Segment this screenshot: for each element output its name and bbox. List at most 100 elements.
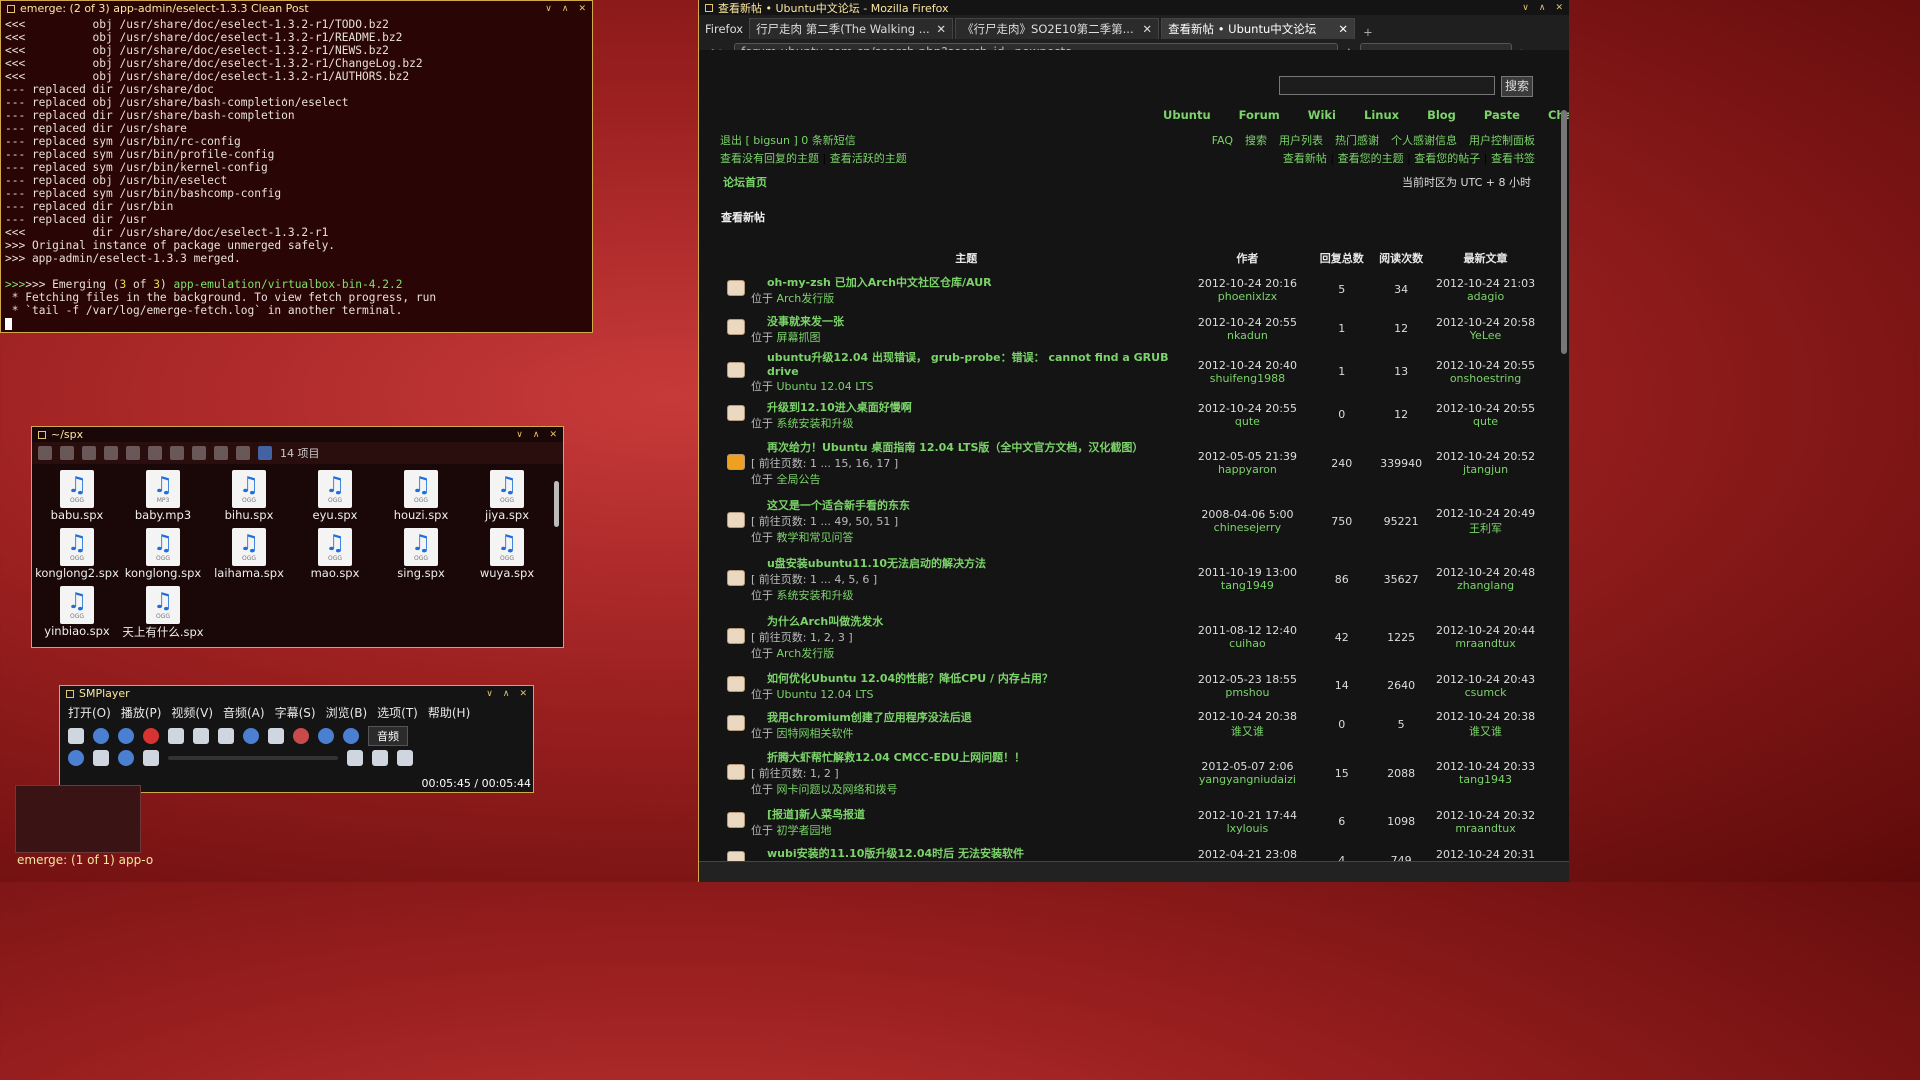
page-links[interactable]: [ 前往页数: 1 ... 49, 50, 51 ] <box>751 513 1181 529</box>
topic-title[interactable]: 我用chromium创建了应用程序没法后退 <box>767 709 1181 725</box>
zoom-out-icon[interactable] <box>148 446 162 460</box>
terminal-window[interactable]: emerge: (2 of 3) app-admin/eselect-1.3.3… <box>0 0 593 333</box>
file-item[interactable]: ♫ OGG sing.spx <box>378 528 464 580</box>
screenshot-icon[interactable] <box>218 728 234 744</box>
tab-close-icon[interactable]: ✕ <box>936 22 946 36</box>
smplayer-window[interactable]: SMPlayer ∨ ∧ ✕ 打开(O) 播放(P) 视频(V) 音频(A) 字幕(S) 浏览… <box>59 685 534 793</box>
topic-title[interactable]: 为什么Arch叫做洗发水 <box>767 613 1181 629</box>
zoom-in-icon[interactable] <box>126 446 140 460</box>
forum-link[interactable]: Ubuntu 12.04 LTS <box>776 380 873 393</box>
screen-icon[interactable] <box>168 728 184 744</box>
maximize-icon[interactable]: ∧ <box>533 430 540 440</box>
table-row[interactable]: 我用chromium创建了应用程序没法后退 位于 因特网相关软件 2012-10-2… <box>721 705 1539 744</box>
last-post-user[interactable]: qute <box>1433 415 1538 428</box>
minimize-icon[interactable]: ∨ <box>516 430 523 440</box>
preview-icon[interactable] <box>214 446 228 460</box>
last-post-user[interactable]: mraandtux <box>1433 637 1538 650</box>
author-link[interactable]: 谁又谁 <box>1183 723 1313 739</box>
last-post-user[interactable]: 谁又谁 <box>1433 723 1538 739</box>
close-icon[interactable]: ✕ <box>519 689 527 699</box>
file-item[interactable]: ♫ OGG yinbiao.spx <box>34 586 120 640</box>
author-link[interactable]: nkadun <box>1183 329 1313 342</box>
menu-item[interactable]: 播放(P) <box>121 704 162 721</box>
window-menu-icon[interactable] <box>38 430 46 439</box>
window-menu-icon[interactable] <box>705 3 713 12</box>
menu-item[interactable]: 字幕(S) <box>275 704 316 721</box>
menu-item[interactable]: 打开(O) <box>68 704 111 721</box>
equalizer-icon[interactable] <box>293 728 309 744</box>
topic-title[interactable]: wubi安装的11.10版升级12.04时后 无法安装软件 <box>767 845 1181 861</box>
table-row[interactable]: [报道]新人菜鸟报道 位于 初学者园地 2012-10-21 17:44 lxylou… <box>721 802 1539 841</box>
pm-link[interactable]: 0 条新短信 <box>801 134 856 147</box>
back-icon[interactable] <box>82 446 96 460</box>
forum-link[interactable]: 全局公告 <box>776 473 820 486</box>
author-link[interactable]: cuihao <box>1183 637 1313 650</box>
browser-tab[interactable]: 查看新帖 • Ubuntu中文论坛 ✕ <box>1161 18 1356 39</box>
file-item[interactable]: ♫ OGG konglong.spx <box>120 528 206 580</box>
firefox-titlebar[interactable]: 查看新帖 • Ubuntu中文论坛 - Mozilla Firefox ∨ ∧ ✕ <box>699 0 1569 15</box>
window-thumbnail[interactable] <box>15 785 141 853</box>
forum-search-input[interactable] <box>1279 76 1495 95</box>
site-nav-link[interactable]: Paste <box>1484 108 1520 122</box>
next-icon[interactable] <box>343 728 359 744</box>
table-row[interactable]: 没事就来发一张 位于 屏幕抓图 2012-10-24 20:55 nkadun 1 12 2… <box>721 309 1539 348</box>
close-icon[interactable]: ✕ <box>549 430 557 440</box>
minimize-icon[interactable]: ∨ <box>1522 3 1529 13</box>
rewind-icon[interactable] <box>143 750 159 766</box>
minimize-icon[interactable]: ∨ <box>486 689 493 699</box>
topic-title[interactable]: oh-my-zsh 已加入Arch中文社区仓库/AUR <box>767 274 1181 290</box>
user-link[interactable]: 个人感谢信息 <box>1391 134 1457 147</box>
up-icon[interactable] <box>38 446 52 460</box>
terminal-output[interactable]: <<< obj /usr/share/doc/eselect-1.3.2-r1/… <box>1 16 592 332</box>
maximize-icon[interactable]: ∧ <box>503 689 510 699</box>
minimize-icon[interactable]: ∨ <box>545 4 552 14</box>
author-link[interactable]: pmshou <box>1183 686 1313 699</box>
file-item[interactable]: ♫ OGG bihu.spx <box>206 470 292 522</box>
menu-item[interactable]: 选项(T) <box>377 704 418 721</box>
maximize-icon[interactable]: ∧ <box>562 4 569 14</box>
active-topics-link[interactable]: 查看活跃的主题 <box>830 152 907 165</box>
site-nav-link[interactable]: Linux <box>1364 108 1399 122</box>
play-icon[interactable] <box>68 750 84 766</box>
view-link[interactable]: 查看您的帖子 <box>1414 152 1480 165</box>
window-menu-icon[interactable] <box>66 689 74 698</box>
unanswered-link[interactable]: 查看没有回复的主题 <box>720 152 819 165</box>
menu-item[interactable]: 帮助(H) <box>428 704 470 721</box>
file-item[interactable]: ♫ OGG mao.spx <box>292 528 378 580</box>
topic-title[interactable]: 折腾大虾帮忙解救12.04 CMCC-EDU上网问题！！ <box>767 749 1181 765</box>
firefox-window[interactable]: 查看新帖 • Ubuntu中文论坛 - Mozilla Firefox ∨ ∧ ✕ … <box>698 0 1569 882</box>
browser-tab[interactable]: 《行尸走肉》SO2E10第二季第... ✕ <box>955 18 1160 39</box>
page-links[interactable]: [ 前往页数: 1, 2 ] <box>751 765 1181 781</box>
forward-icon[interactable] <box>347 750 363 766</box>
table-row[interactable]: wubi安装的11.10版升级12.04时后 无法安装软件位于 Ubuntu 1… <box>721 841 1539 862</box>
author-link[interactable]: phoenixlzx <box>1183 290 1313 303</box>
view-link[interactable]: 查看您的主题 <box>1338 152 1404 165</box>
forum-link[interactable]: Ubuntu 12.04 LTS <box>776 688 873 701</box>
forum-link[interactable]: 屏幕抓图 <box>776 331 820 344</box>
topic-title[interactable]: 升级到12.10进入桌面好慢啊 <box>767 399 1181 415</box>
new-tab-icon[interactable]: + <box>1357 25 1379 39</box>
table-row[interactable]: ubuntu升级12.04 出现错误， grub-probe：错误： canno… <box>721 348 1539 395</box>
tree-view-icon[interactable] <box>192 446 206 460</box>
browser-tab[interactable]: 行尸走肉 第二季(The Walking ... ✕ <box>749 18 954 39</box>
user-link[interactable]: 用户列表 <box>1279 134 1323 147</box>
seek-slider[interactable] <box>168 756 338 760</box>
home-icon[interactable] <box>60 446 74 460</box>
user-link[interactable]: 热门感谢 <box>1335 134 1379 147</box>
web-icon[interactable] <box>118 728 134 744</box>
icon-view-icon[interactable] <box>170 446 184 460</box>
site-nav-link[interactable]: Forum <box>1239 108 1280 122</box>
menu-item[interactable]: 视频(V) <box>171 704 213 721</box>
tab-close-icon[interactable]: ✕ <box>1338 22 1348 36</box>
topic-title[interactable]: u盘安装ubuntu11.10无法启动的解决方法 <box>767 555 1181 571</box>
open-icon[interactable] <box>68 728 84 744</box>
forum-link[interactable]: 系统安装和升级 <box>776 417 853 430</box>
table-row[interactable]: 为什么Arch叫做洗发水[ 前往页数: 1, 2, 3 ] 位于 Arch发行版 2… <box>721 608 1539 666</box>
fullscreen-toggle-icon[interactable] <box>372 750 388 766</box>
forum-search-button[interactable]: 搜索 <box>1501 76 1533 97</box>
close-icon[interactable]: ✕ <box>1555 3 1563 13</box>
maximize-icon[interactable]: ∧ <box>1539 3 1546 13</box>
forum-link[interactable]: Arch发行版 <box>776 647 834 660</box>
info-icon[interactable] <box>243 728 259 744</box>
page-scrollbar[interactable] <box>1561 110 1567 354</box>
